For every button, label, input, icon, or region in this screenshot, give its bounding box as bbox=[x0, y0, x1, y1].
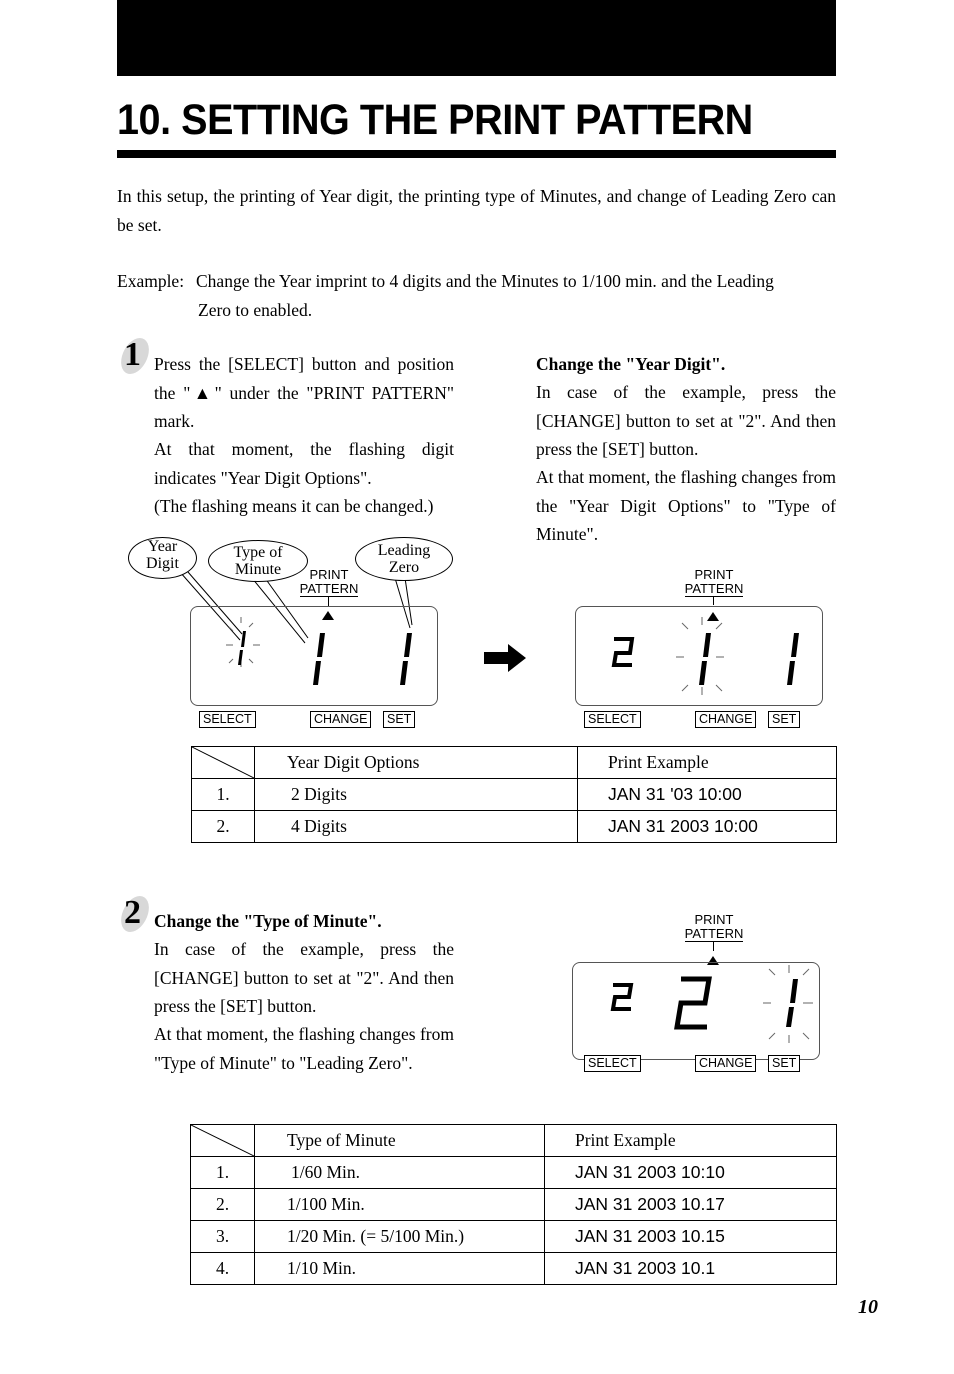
lcd-digits-step2 bbox=[610, 965, 813, 1043]
change-button[interactable]: CHANGE bbox=[310, 711, 372, 728]
step-2-text-2: At that moment, the flashing changes fro… bbox=[154, 1024, 454, 1073]
diagonal-line bbox=[192, 747, 254, 778]
row-example: JAN 31 '03 10:00 bbox=[577, 778, 837, 811]
row-option: 1/100 Min. bbox=[254, 1188, 545, 1221]
row-example: JAN 31 2003 10.17 bbox=[544, 1188, 837, 1221]
print-pattern-label: PRINT PATTERN bbox=[679, 567, 749, 597]
print-pattern-label: PRINT PATTERN bbox=[679, 912, 749, 942]
table-header: Type of Minute bbox=[254, 1124, 545, 1157]
row-example: JAN 31 2003 10:00 bbox=[577, 810, 837, 843]
table-row: 1. 2 Digits JAN 31 '03 10:00 bbox=[191, 778, 837, 811]
diagonal-line bbox=[191, 1125, 254, 1156]
callout-leading-zero: Leading Zero bbox=[355, 537, 453, 581]
table-header: Print Example bbox=[544, 1124, 837, 1157]
digit-2-segment bbox=[610, 983, 634, 1011]
row-option: 1/60 Min. bbox=[254, 1156, 545, 1189]
change-button[interactable]: CHANGE bbox=[695, 1055, 757, 1072]
pointer-line bbox=[713, 597, 714, 605]
digit-1-segment bbox=[699, 633, 711, 685]
diagonal-cell bbox=[191, 746, 255, 779]
row-example: JAN 31 2003 10.1 bbox=[544, 1252, 837, 1285]
digit-2-segment bbox=[313, 633, 325, 685]
row-example: JAN 31 2003 10.15 bbox=[544, 1220, 837, 1253]
callout-leading-zero-line2: Zero bbox=[388, 559, 420, 576]
table-row: 2. 1/100 Min. JAN 31 2003 10.17 bbox=[190, 1188, 837, 1221]
lcd-display-after bbox=[575, 606, 823, 706]
year-digit-table: Year Digit Options Print Example 1. 2 Di… bbox=[191, 746, 837, 843]
callout-year-digit: Year Digit bbox=[128, 537, 197, 579]
flash-rays-icon bbox=[763, 965, 813, 1043]
table-header: Print Example bbox=[577, 746, 837, 779]
lcd-display-before bbox=[190, 606, 438, 706]
row-number: 2. bbox=[190, 1188, 255, 1221]
callout-year-digit-line2: Digit bbox=[146, 555, 179, 572]
table-header: Year Digit Options bbox=[254, 746, 578, 779]
step-2-number: 2 bbox=[124, 894, 141, 931]
digit-3-segment bbox=[400, 633, 412, 685]
print-pattern-line2: PATTERN bbox=[299, 581, 359, 597]
step-2-heading: Change the "Type of Minute". bbox=[154, 911, 382, 931]
row-number: 1. bbox=[191, 778, 255, 811]
row-option: 2 Digits bbox=[254, 778, 578, 811]
digit-1-segment bbox=[238, 631, 246, 665]
right-arrow-icon bbox=[484, 644, 526, 672]
digit-1-segment bbox=[787, 633, 799, 685]
print-pattern-label: PRINT PATTERN bbox=[294, 567, 364, 597]
digit-2-segment bbox=[611, 637, 635, 667]
table-header-row: Year Digit Options Print Example bbox=[191, 746, 837, 779]
step-2-text-1: In case of the example, press the [CHANG… bbox=[154, 939, 454, 1016]
print-pattern-line1: PRINT bbox=[694, 567, 734, 582]
table-row: 3. 1/20 Min. (= 5/100 Min.) JAN 31 2003 … bbox=[190, 1220, 837, 1253]
table-row: 4. 1/10 Min. JAN 31 2003 10.1 bbox=[190, 1252, 837, 1285]
print-pattern-line1: PRINT bbox=[309, 567, 349, 582]
callout-type-of-minute: Type of Minute bbox=[208, 540, 308, 582]
callout-year-digit-line1: Year bbox=[147, 538, 178, 555]
set-button[interactable]: SET bbox=[383, 711, 416, 728]
row-number: 3. bbox=[190, 1220, 255, 1253]
set-button[interactable]: SET bbox=[768, 711, 801, 728]
select-button[interactable]: SELECT bbox=[584, 1055, 641, 1072]
callout-leading-zero-line1: Leading bbox=[377, 542, 431, 559]
table-row: 2. 4 Digits JAN 31 2003 10:00 bbox=[191, 810, 837, 843]
row-option: 4 Digits bbox=[254, 810, 578, 843]
row-example: JAN 31 2003 10:10 bbox=[544, 1156, 837, 1189]
table-header-row: Type of Minute Print Example bbox=[190, 1124, 837, 1157]
lcd-display-step2 bbox=[572, 962, 820, 1060]
select-button[interactable]: SELECT bbox=[199, 711, 256, 728]
select-button[interactable]: SELECT bbox=[584, 711, 641, 728]
type-of-minute-table: Type of Minute Print Example 1. 1/60 Min… bbox=[190, 1124, 837, 1285]
row-number: 1. bbox=[190, 1156, 255, 1189]
set-button[interactable]: SET bbox=[768, 1055, 801, 1072]
row-option: 1/20 Min. (= 5/100 Min.) bbox=[254, 1220, 545, 1253]
row-option: 1/10 Min. bbox=[254, 1252, 545, 1285]
diagonal-cell bbox=[190, 1124, 255, 1157]
digit-2-segment bbox=[674, 976, 712, 1030]
row-number: 4. bbox=[190, 1252, 255, 1285]
print-pattern-line2: PATTERN bbox=[684, 581, 744, 597]
callout-type-of-minute-line1: Type of bbox=[233, 544, 283, 561]
row-number: 2. bbox=[191, 810, 255, 843]
lcd-digits-after bbox=[611, 617, 799, 695]
callout-type-of-minute-line2: Minute bbox=[234, 561, 282, 578]
print-pattern-line1: PRINT bbox=[694, 912, 734, 927]
lcd-digits-before bbox=[226, 617, 412, 685]
page-number: 10 bbox=[858, 1296, 878, 1318]
table-row: 1. 1/60 Min. JAN 31 2003 10:10 bbox=[190, 1156, 837, 1189]
change-button[interactable]: CHANGE bbox=[695, 711, 757, 728]
pointer-line bbox=[713, 942, 714, 951]
print-pattern-line2: PATTERN bbox=[684, 926, 744, 942]
digit-1-segment bbox=[786, 979, 798, 1027]
